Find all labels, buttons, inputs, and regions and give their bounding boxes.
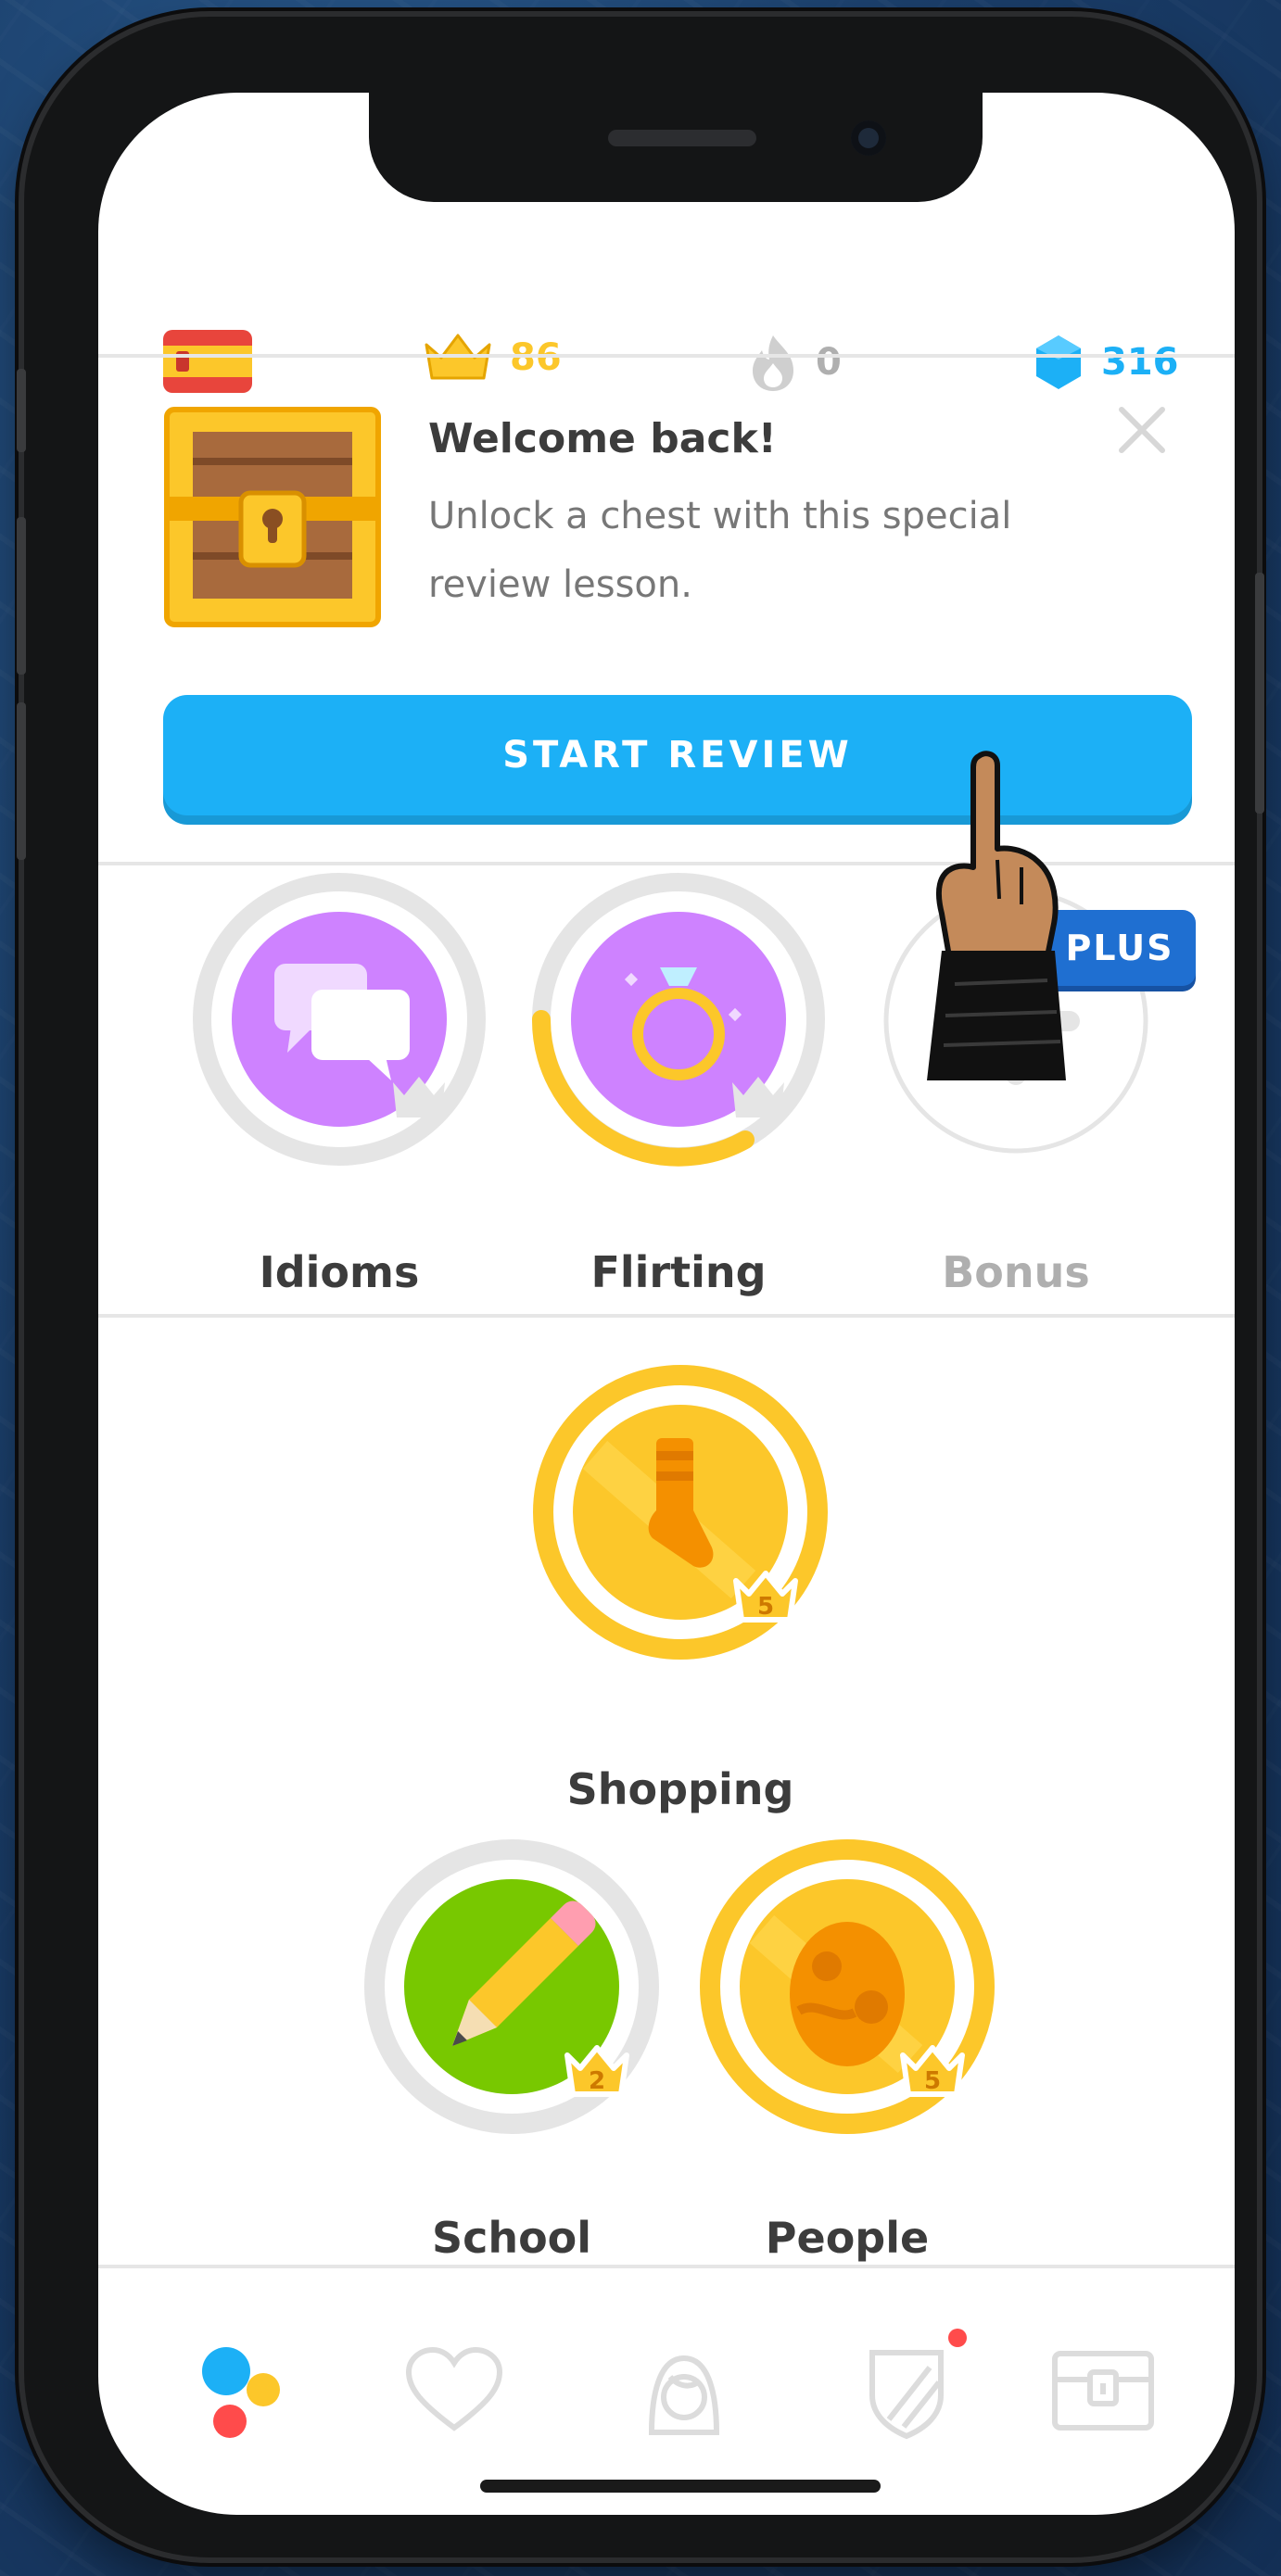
learn-icon <box>202 2347 280 2438</box>
close-icon[interactable] <box>1114 402 1170 458</box>
pointing-hand-icon <box>927 751 1066 1080</box>
skill-label-people: People <box>765 2213 930 2263</box>
notch <box>369 93 983 202</box>
gems-count: 316 <box>1101 341 1179 384</box>
skill-shopping[interactable]: 5 <box>530 1362 831 1662</box>
welcome-description: Unlock a chest with this special review … <box>428 495 1012 606</box>
skill-idioms[interactable] <box>191 871 488 1168</box>
skill-flirting[interactable] <box>530 871 827 1168</box>
crowns-count: 86 <box>510 336 562 379</box>
league-shield-icon <box>869 2350 944 2440</box>
skill-school[interactable]: 2 <box>361 1837 662 2137</box>
nav-learn[interactable] <box>184 2335 295 2446</box>
nav-shop[interactable] <box>1047 2335 1159 2446</box>
shop-chest-icon <box>1052 2351 1154 2431</box>
mute-switch <box>17 369 26 452</box>
skill-label-bonus: Bonus <box>942 1247 1090 1297</box>
skill-label-school: School <box>431 2213 592 2263</box>
phone-frame: 86 0 316 Welcome back! Unlock a chest wi… <box>17 17 1264 2557</box>
volume-down-button <box>17 702 26 860</box>
crowns-counter[interactable]: 86 <box>423 332 562 384</box>
skill-label-shopping: Shopping <box>566 1764 794 1814</box>
skill-label-idioms: Idioms <box>259 1247 420 1297</box>
header-divider <box>98 354 1235 358</box>
navbar-divider <box>98 2265 1235 2268</box>
notification-dot-icon <box>948 2329 967 2347</box>
streak-counter[interactable]: 0 <box>747 332 842 393</box>
treasure-chest-icon <box>164 407 381 627</box>
volume-up-button <box>17 517 26 675</box>
skill-label-flirting: Flirting <box>590 1247 767 1297</box>
header-bar: 86 0 316 <box>98 250 1235 398</box>
egg-icon <box>790 1922 905 2066</box>
spain-flag-icon[interactable] <box>163 330 252 393</box>
nav-hearts[interactable] <box>399 2335 510 2446</box>
profile-icon <box>648 2355 720 2435</box>
speaker <box>608 130 756 146</box>
nav-profile[interactable] <box>628 2335 740 2446</box>
heart-icon <box>405 2346 503 2431</box>
crown-icon <box>425 334 491 380</box>
power-button <box>1255 573 1264 814</box>
skill-people[interactable]: 5 <box>697 1837 997 2137</box>
plus-badge[interactable]: PLUS <box>1044 910 1196 986</box>
crown-level-2: 2 <box>589 2067 605 2095</box>
front-camera <box>851 120 886 156</box>
welcome-title: Welcome back! <box>428 415 777 462</box>
fire-icon <box>753 335 793 391</box>
crown-level-5: 5 <box>924 2067 941 2095</box>
app-screen: 86 0 316 Welcome back! Unlock a chest wi… <box>98 93 1235 2515</box>
gem-icon <box>1036 335 1081 389</box>
gems-counter[interactable]: 316 <box>1033 332 1179 393</box>
row-divider <box>98 1314 1235 1318</box>
bottom-navbar <box>98 2289 1235 2456</box>
crown-level-5: 5 <box>757 1593 774 1621</box>
home-indicator[interactable] <box>480 2480 881 2493</box>
streak-count: 0 <box>816 341 842 384</box>
nav-leagues[interactable] <box>851 2329 967 2446</box>
